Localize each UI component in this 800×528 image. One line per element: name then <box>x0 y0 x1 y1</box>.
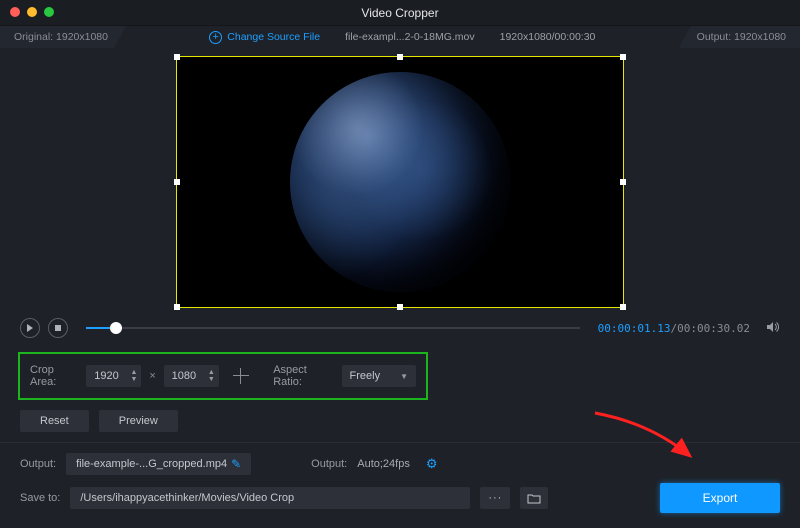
maximize-window-button[interactable] <box>44 7 54 17</box>
transport-controls: 00:00:01.13/00:00:30.02 <box>0 314 800 346</box>
stop-icon <box>55 325 61 331</box>
window-controls <box>10 7 54 17</box>
crop-settings-row: Crop Area: ▲▼ × ▲▼ Aspect Ratio: Freely … <box>18 352 428 400</box>
stepper-arrows-icon[interactable]: ▲▼ <box>126 369 141 383</box>
source-file-dimensions-duration: 1920x1080/00:00:30 <box>500 31 596 43</box>
video-preview[interactable] <box>176 56 624 308</box>
action-row: Reset Preview <box>0 410 800 442</box>
output-row: Output: file-example-...G_cropped.mp4 ✎ … <box>0 451 800 481</box>
edit-icon[interactable]: ✎ <box>231 457 241 471</box>
stepper-arrows-icon[interactable]: ▲▼ <box>204 369 219 383</box>
close-window-button[interactable] <box>10 7 20 17</box>
crop-handle-bm[interactable] <box>397 304 403 310</box>
preview-button[interactable]: Preview <box>99 410 178 432</box>
output-file-label: Output: <box>20 458 56 470</box>
open-folder-button[interactable] <box>520 487 548 509</box>
chevron-down-icon: ▼ <box>400 372 408 381</box>
browse-button[interactable]: ··· <box>480 487 510 509</box>
plus-icon: + <box>209 31 222 44</box>
reset-button[interactable]: Reset <box>20 410 89 432</box>
crop-height-input[interactable] <box>164 370 204 382</box>
crop-handle-bl[interactable] <box>174 304 180 310</box>
seek-slider[interactable] <box>86 327 580 329</box>
output-dimensions: Output: 1920x1080 <box>679 26 800 48</box>
crop-height-stepper[interactable]: ▲▼ <box>164 365 219 387</box>
center-crop-icon[interactable] <box>231 366 249 386</box>
stop-button[interactable] <box>48 318 68 338</box>
playback-time: 00:00:01.13/00:00:30.02 <box>598 322 750 335</box>
titlebar: Video Cropper <box>0 0 800 26</box>
change-source-file-link[interactable]: + Change Source File <box>209 31 320 44</box>
folder-icon <box>527 493 541 504</box>
crop-width-stepper[interactable]: ▲▼ <box>86 365 141 387</box>
export-button[interactable]: Export <box>660 483 780 513</box>
aspect-ratio-value: Freely <box>350 370 381 382</box>
minimize-window-button[interactable] <box>27 7 37 17</box>
crop-rectangle[interactable] <box>176 56 624 308</box>
aspect-ratio-label: Aspect Ratio: <box>273 364 333 388</box>
window-title: Video Cropper <box>361 6 438 20</box>
crop-handle-ml[interactable] <box>174 179 180 185</box>
output-filename: file-example-...G_cropped.mp4 ✎ <box>66 453 251 475</box>
output-format-value: Auto;24fps <box>357 458 410 470</box>
play-icon <box>26 324 34 332</box>
crop-width-input[interactable] <box>86 370 126 382</box>
divider <box>0 442 800 443</box>
save-path: /Users/ihappyacethinker/Movies/Video Cro… <box>70 487 470 509</box>
aspect-ratio-select[interactable]: Freely ▼ <box>342 365 416 387</box>
change-source-label: Change Source File <box>227 31 320 43</box>
output-format-label: Output: <box>311 458 347 470</box>
save-row: Save to: /Users/ihappyacethinker/Movies/… <box>0 481 800 525</box>
play-button[interactable] <box>20 318 40 338</box>
dimension-separator: × <box>149 370 155 382</box>
gear-icon[interactable]: ⚙ <box>426 456 438 472</box>
volume-icon[interactable] <box>766 320 780 337</box>
info-bar: Original: 1920x1080 + Change Source File… <box>0 26 800 48</box>
crop-area-label: Crop Area: <box>30 364 78 388</box>
crop-handle-br[interactable] <box>620 304 626 310</box>
crop-handle-tr[interactable] <box>620 54 626 60</box>
save-to-label: Save to: <box>20 492 60 504</box>
crop-handle-tl[interactable] <box>174 54 180 60</box>
seek-knob[interactable] <box>110 322 122 334</box>
total-time: /00:00:30.02 <box>671 322 750 335</box>
source-file-name: file-exampl...2-0-18MG.mov <box>345 31 475 43</box>
crop-handle-tm[interactable] <box>397 54 403 60</box>
original-dimensions: Original: 1920x1080 <box>0 26 126 48</box>
crop-handle-mr[interactable] <box>620 179 626 185</box>
current-time: 00:00:01.13 <box>598 322 671 335</box>
